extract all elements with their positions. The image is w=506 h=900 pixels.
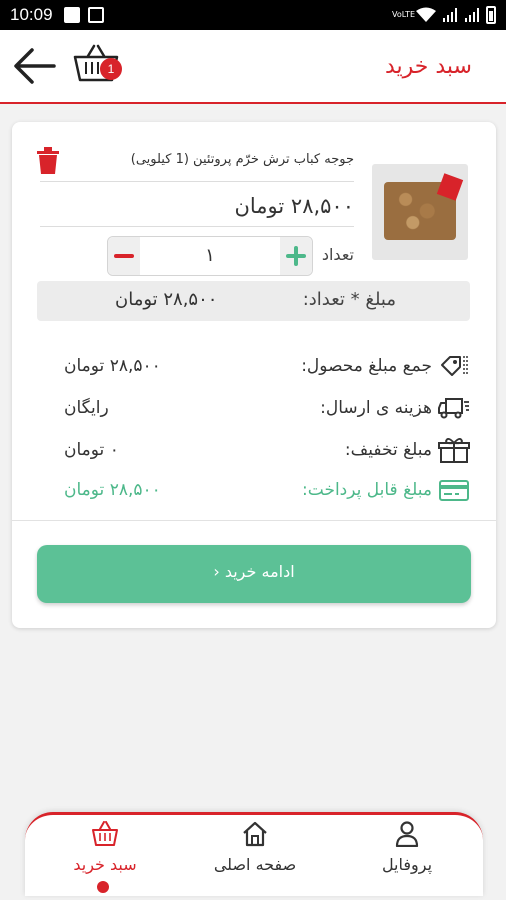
product-image bbox=[372, 164, 468, 260]
profile-icon bbox=[395, 821, 419, 847]
wifi-icon bbox=[416, 7, 436, 22]
item-subtotal-label: مبلغ * تعداد: bbox=[302, 289, 396, 310]
laptop-notification-icon bbox=[88, 7, 104, 23]
chevron-left-icon: ‹ bbox=[213, 562, 220, 581]
volte-indicator: VoLTE bbox=[392, 10, 416, 19]
continue-shopping-button[interactable]: ادامه خرید ‹ bbox=[37, 545, 471, 603]
home-icon bbox=[243, 821, 267, 847]
bottom-nav: سبد خرید صفحه اصلی پروفایل bbox=[25, 812, 483, 896]
item-subtotal: مبلغ * تعداد: ۲۸,۵۰۰ تومان bbox=[37, 281, 470, 321]
nav-profile[interactable]: پروفایل bbox=[347, 821, 467, 891]
divider bbox=[40, 181, 354, 182]
divider bbox=[40, 226, 354, 227]
nav-home[interactable]: صفحه اصلی bbox=[195, 821, 315, 891]
payable-value: ۲۸,۵۰۰ تومان bbox=[64, 480, 161, 500]
gift-icon bbox=[438, 438, 470, 463]
product-total-label: جمع مبلغ محصول: bbox=[301, 356, 432, 376]
image-notification-icon bbox=[64, 7, 80, 23]
payable-row: مبلغ قابل پرداخت: ۲۸,۵۰۰ تومان bbox=[12, 476, 496, 506]
quantity-label: تعداد bbox=[321, 245, 354, 264]
status-time: 10:09 bbox=[10, 5, 53, 24]
product-name: جوجه کباب ترش خرّم پروتئین (1 کیلویی) bbox=[130, 152, 354, 167]
cart-icon bbox=[92, 821, 118, 846]
back-arrow-icon[interactable] bbox=[12, 43, 58, 89]
status-bar: 10:09 VoLTE bbox=[0, 0, 506, 30]
quantity-stepper: ۱ bbox=[107, 236, 313, 276]
nav-cart[interactable]: سبد خرید bbox=[45, 821, 165, 893]
system-icons: VoLTE bbox=[392, 6, 496, 24]
unit-price: ۲۸,۵۰۰ تومان bbox=[234, 194, 354, 218]
active-indicator bbox=[97, 881, 109, 893]
nav-cart-label: سبد خرید bbox=[73, 855, 137, 874]
battery-icon bbox=[486, 6, 496, 24]
product-total-value: ۲۸,۵۰۰ تومان bbox=[64, 356, 161, 376]
shipping-value: رایگان bbox=[64, 398, 109, 418]
cart-count-badge: 1 bbox=[100, 58, 122, 80]
divider bbox=[12, 520, 496, 521]
item-subtotal-value: ۲۸,۵۰۰ تومان bbox=[115, 289, 218, 310]
nav-profile-label: پروفایل bbox=[381, 855, 433, 874]
quantity-value[interactable]: ۱ bbox=[140, 245, 280, 266]
signal-icon bbox=[443, 8, 457, 22]
product-total-row: جمع مبلغ محصول: ۲۸,۵۰۰ تومان bbox=[12, 352, 496, 382]
cart-card: جوجه کباب ترش خرّم پروتئین (1 کیلویی) ۲۸… bbox=[12, 122, 496, 628]
shipping-label: هزینه ی ارسال: bbox=[320, 398, 432, 418]
nav-home-label: صفحه اصلی bbox=[213, 855, 297, 874]
shipping-row: هزینه ی ارسال: رایگان bbox=[12, 394, 496, 424]
discount-label: مبلغ تخفیف: bbox=[344, 440, 432, 460]
credit-card-icon bbox=[439, 480, 469, 501]
increase-button[interactable] bbox=[280, 237, 312, 275]
decrease-button[interactable] bbox=[108, 237, 140, 275]
payable-label: مبلغ قابل پرداخت: bbox=[302, 480, 432, 500]
continue-shopping-text: ادامه خرید bbox=[224, 562, 295, 581]
page-title: سبد خرید bbox=[384, 54, 472, 79]
discount-value: ۰ تومان bbox=[64, 440, 119, 460]
tag-icon bbox=[441, 356, 468, 376]
signal-2-icon bbox=[465, 8, 479, 22]
trash-icon[interactable] bbox=[36, 147, 60, 175]
truck-icon bbox=[438, 398, 469, 419]
app-header: 1 سبد خرید bbox=[0, 30, 506, 104]
continue-shopping-label: ادامه خرید ‹ bbox=[37, 562, 471, 581]
discount-row: مبلغ تخفیف: ۰ تومان bbox=[12, 436, 496, 466]
notification-icons bbox=[64, 7, 104, 23]
